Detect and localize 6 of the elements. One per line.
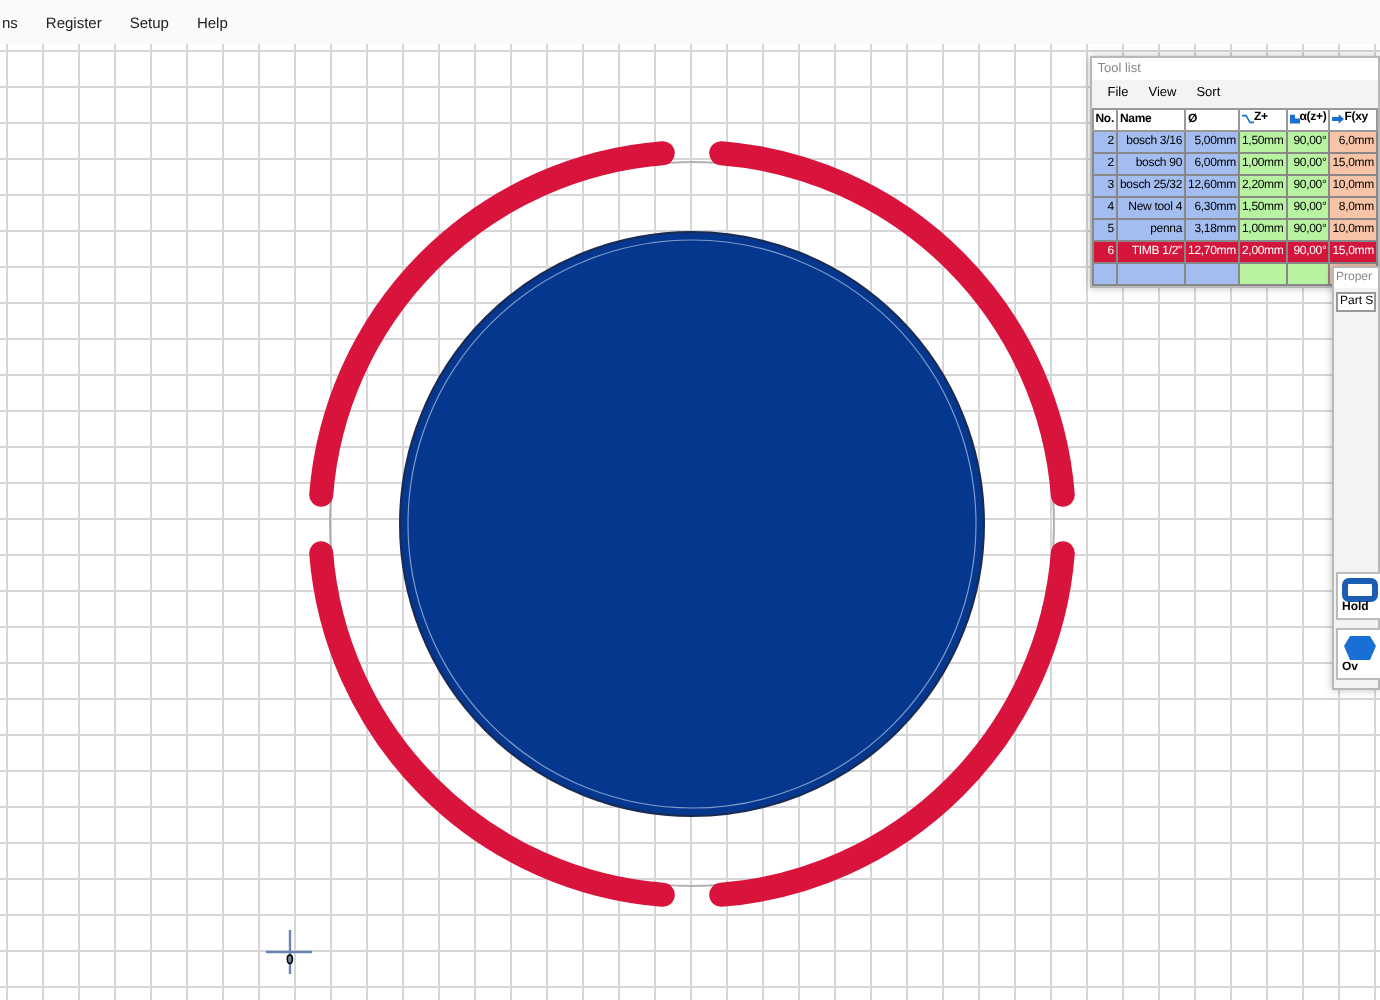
blob-icon [1342, 634, 1378, 662]
crosshair-icon [266, 930, 312, 974]
angle-icon [1289, 113, 1300, 123]
step-icon [1241, 113, 1254, 123]
arrow-icon [1332, 113, 1345, 123]
frame-icon [1342, 578, 1378, 602]
